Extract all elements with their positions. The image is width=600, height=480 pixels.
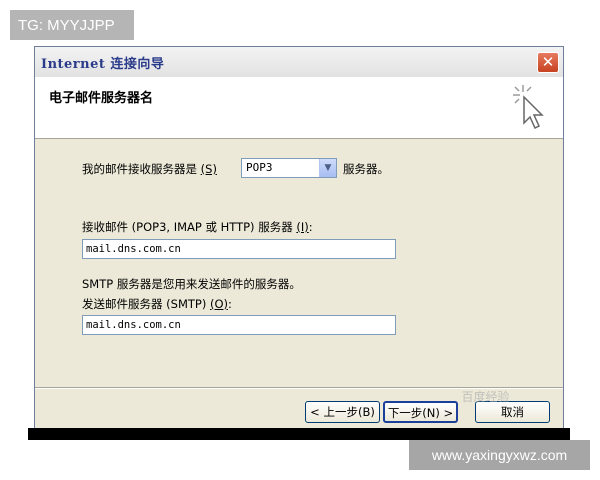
incoming-server-type-value: POP3 bbox=[246, 161, 273, 174]
wizard-header: 电子邮件服务器名 bbox=[35, 77, 563, 139]
baidu-watermark: 百度经验 bbox=[461, 390, 510, 404]
chevron-down-icon[interactable]: ▼ bbox=[319, 159, 336, 177]
wizard-body: 我的邮件接收服务器是 (S) POP3 ▼ 服务器。 接收邮件 (POP3, I… bbox=[35, 139, 563, 387]
incoming-server-input[interactable]: mail.dns.com.cn bbox=[82, 239, 396, 259]
incoming-server-type-select[interactable]: POP3 ▼ bbox=[241, 158, 337, 178]
close-button[interactable]: ✕ bbox=[537, 52, 559, 73]
close-icon: ✕ bbox=[541, 53, 555, 71]
window-title: Internet 连接向导 bbox=[41, 57, 165, 72]
smtp-note: SMTP 服务器是您用来发送邮件的服务器。 bbox=[82, 277, 301, 291]
url-watermark-badge: www.yaxingyxwz.com bbox=[409, 440, 590, 470]
incoming-type-label: 我的邮件接收服务器是 (S) bbox=[82, 162, 217, 176]
incoming-server-label: 接收邮件 (POP3, IMAP 或 HTTP) 服务器 (I): bbox=[82, 220, 313, 234]
window-titlebar[interactable]: Internet 连接向导 ✕ bbox=[35, 47, 563, 77]
black-bar bbox=[28, 428, 570, 440]
incoming-type-suffix: 服务器。 bbox=[343, 162, 389, 176]
incoming-server-hotkey: (I) bbox=[296, 220, 309, 234]
back-button[interactable]: < 上一步(B) bbox=[305, 401, 380, 423]
tg-watermark-badge: TG: MYYJJPP bbox=[10, 10, 134, 40]
incoming-type-hotkey: (S) bbox=[200, 162, 217, 176]
connection-wizard-window: Internet 连接向导 ✕ 电子邮件服务器名 我的邮件接收服务器是 (S) … bbox=[34, 46, 564, 430]
outgoing-server-hotkey: (O) bbox=[209, 297, 228, 311]
wizard-cursor-icon bbox=[513, 85, 544, 130]
outgoing-server-label: 发送邮件服务器 (SMTP) (O): bbox=[82, 297, 232, 311]
outgoing-server-input[interactable]: mail.dns.com.cn bbox=[82, 315, 396, 335]
page-title: 电子邮件服务器名 bbox=[49, 91, 154, 106]
